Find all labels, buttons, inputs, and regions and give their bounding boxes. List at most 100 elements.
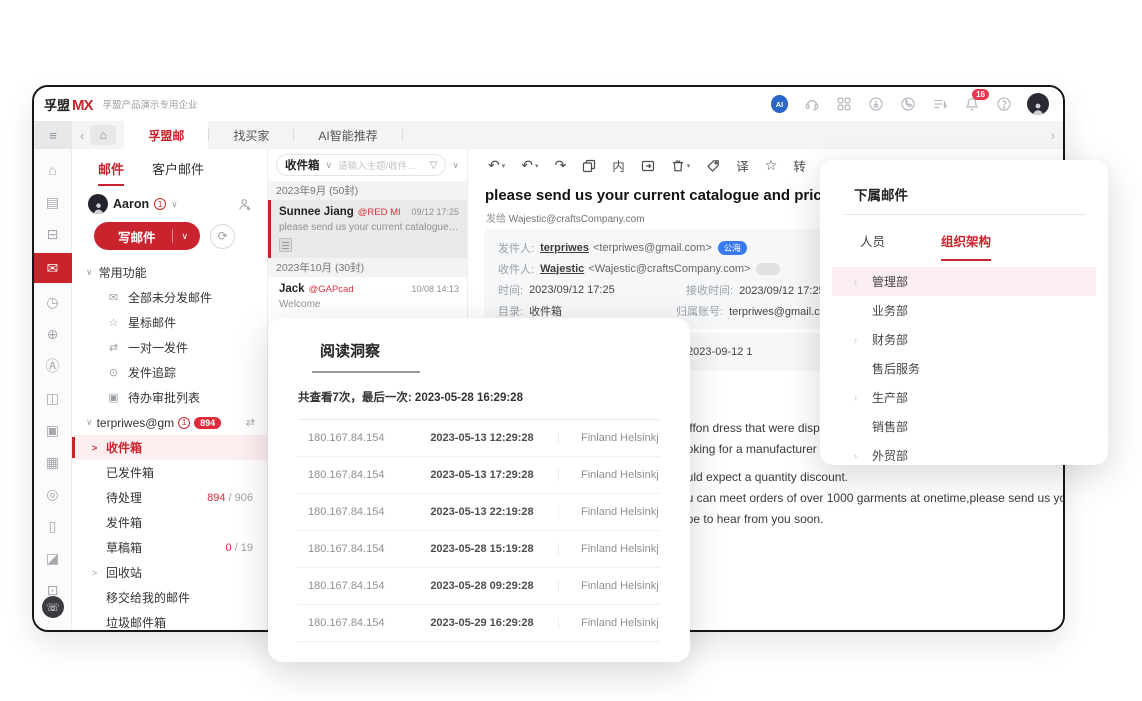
user-avatar[interactable] — [1027, 93, 1049, 115]
public-pool-badge: 公海 — [718, 241, 747, 255]
folder-transferred[interactable]: 移交给我的邮件 — [72, 585, 267, 610]
org-item-management[interactable]: › 管理部 — [832, 267, 1096, 296]
reply-all-button[interactable]: ↶▾ — [521, 157, 538, 174]
one-to-one-icon: ⇄ — [106, 341, 121, 354]
org-item-foreign-trade[interactable]: › 外贸部 — [832, 441, 1096, 470]
recipient-name-link[interactable]: Wajestic — [540, 263, 584, 275]
delete-button[interactable]: ▾ — [671, 159, 691, 173]
list-item-selected[interactable]: Sunnee Jiang @RED MI 09/12 17:25 please … — [268, 200, 467, 258]
phone-call-icon[interactable]: ☏ — [42, 596, 64, 618]
globe-icon[interactable]: ◎ — [38, 481, 68, 507]
folder-recycle[interactable]: > 回收站 — [72, 560, 267, 585]
ai-assistant-icon[interactable]: AI — [771, 95, 788, 113]
org-item-finance[interactable]: › 财务部 — [832, 325, 1096, 354]
account-badge: 1 — [178, 417, 190, 429]
user-row[interactable]: Aaron 1 ∨ — [72, 186, 267, 214]
tab-personnel[interactable]: 人员 — [860, 231, 885, 261]
list-item[interactable]: Jack @GAPcad 10/08 14:13 Welcome — [268, 277, 467, 316]
refresh-button[interactable]: ⟳ — [210, 224, 235, 249]
from-name-link[interactable]: terpriwes — [540, 242, 589, 254]
tab-ai-recommend[interactable]: AI智能推荐 — [294, 121, 401, 149]
account-count-badge: 1 — [154, 198, 166, 210]
org-item-aftersales[interactable]: 售后服务 — [832, 354, 1096, 383]
apps-grid-icon[interactable] — [835, 96, 852, 113]
person-search-icon[interactable] — [238, 197, 253, 212]
reply-button[interactable]: ↶▾ — [488, 157, 505, 174]
documents-icon[interactable]: ▣ — [38, 417, 68, 443]
org-item-production[interactable]: › 生产部 — [832, 383, 1096, 412]
group-common-functions[interactable]: ∨ 常用功能 — [72, 260, 267, 285]
tab-org-structure[interactable]: 组织架构 — [941, 231, 991, 261]
notebook-icon[interactable]: ▯ — [38, 513, 68, 539]
org-item-business[interactable]: 业务部 — [832, 296, 1096, 325]
compose-button[interactable]: 写邮件 ∨ — [94, 222, 200, 250]
org-name: 孚盟产品演示专用企业 — [103, 97, 198, 111]
expand-caret-icon[interactable]: › — [854, 451, 872, 461]
ai-assistant-rail-icon[interactable]: Ⓐ — [38, 353, 68, 379]
task-list-icon[interactable] — [931, 96, 948, 113]
folder-sent-done[interactable]: 已发件箱 — [72, 460, 267, 485]
folder-drafts[interactable]: 草稿箱 0 / 19 — [72, 535, 267, 560]
copy-button[interactable] — [582, 159, 596, 173]
phone-icon[interactable] — [899, 96, 916, 113]
home-icon[interactable]: ⌂ — [38, 157, 68, 183]
back-icon[interactable]: ‹ — [80, 128, 84, 143]
tab-fumeng-mail[interactable]: 孚盟邮 — [124, 121, 208, 149]
folder-outbox[interactable]: 发件箱 — [72, 510, 267, 535]
list-collapse-icon[interactable]: ∨ — [450, 160, 461, 171]
org-item-sales[interactable]: 销售部 — [832, 412, 1096, 441]
tab-customer-mail[interactable]: 客户邮件 — [152, 159, 204, 186]
item-one-to-one[interactable]: ⇄ 一对一发件 — [72, 335, 267, 360]
compose-dropdown-icon[interactable]: ∨ — [173, 231, 201, 242]
translate-button[interactable]: 译 — [736, 156, 749, 175]
contacts-icon[interactable]: ▤ — [38, 189, 68, 215]
expand-caret-icon[interactable]: › — [854, 277, 872, 287]
tag-button[interactable] — [706, 159, 720, 173]
item-approval-list[interactable]: ▣ 待办审批列表 — [72, 385, 267, 410]
folder-inbox[interactable]: > 收件箱 — [72, 435, 267, 460]
notifications-bell-icon[interactable]: 16 — [963, 96, 980, 113]
item-send-tracking[interactable]: ⊙ 发件追踪 — [72, 360, 267, 385]
expand-caret-icon[interactable]: › — [854, 393, 872, 403]
swap-account-icon[interactable]: ⇄ — [246, 416, 255, 429]
chart-icon[interactable]: ◪ — [38, 545, 68, 571]
search-placeholder: 请输入主题/收件人/发件人 — [338, 158, 426, 172]
search-input[interactable]: 收件箱 ∨ 请输入主题/收件人/发件人 ▽ — [276, 154, 446, 176]
library-icon[interactable]: ▦ — [38, 449, 68, 475]
mail-icon[interactable]: ✉ — [34, 253, 72, 283]
finance-icon[interactable]: ◫ — [38, 385, 68, 411]
mail-time: 09/12 17:25 — [411, 207, 459, 217]
filter-funnel-icon[interactable]: ▽ — [430, 160, 438, 171]
folder-pending[interactable]: 待处理 894 / 906 — [72, 485, 267, 510]
tab-mail[interactable]: 邮件 — [98, 159, 124, 186]
insight-title: 阅读洞察 — [298, 340, 386, 371]
expand-caret-icon[interactable]: › — [854, 335, 872, 345]
topbar-icons: AI 16 — [771, 93, 1049, 115]
transfer-button[interactable]: 转 — [793, 156, 806, 175]
home-tab-icon[interactable]: ⌂ — [90, 125, 116, 145]
compass-icon[interactable]: ⊕ — [38, 321, 68, 347]
topbar: 孚盟 MX 孚盟产品演示专用企业 AI — [34, 87, 1063, 121]
move-to-folder-button[interactable] — [641, 159, 655, 173]
headset-icon[interactable] — [803, 96, 820, 113]
star-button[interactable]: ☆ — [765, 157, 778, 174]
forward-button[interactable]: ↷ — [555, 157, 567, 174]
list-folder-label[interactable]: 收件箱 — [285, 157, 320, 173]
item-starred-mail[interactable]: ☆ 星标邮件 — [72, 310, 267, 335]
org-chart-icon[interactable]: ⊟ — [38, 221, 68, 247]
schedule-icon[interactable]: ◷ — [38, 289, 68, 315]
table-row: 180.167.84.154 2023-05-29 16:29:28 Finla… — [298, 605, 660, 642]
folder-dropdown-icon[interactable]: ∨ — [324, 160, 335, 171]
left-rail: ⌂ ▤ ⊟ ✉ ◷ ⊕ Ⓐ ◫ ▣ ▦ ◎ ▯ ◪ ⊡ ☏ — [34, 149, 72, 630]
folder-junk[interactable]: 垃圾邮件箱 — [72, 610, 267, 630]
item-unassigned-mail[interactable]: ✉ 全部未分发邮件 — [72, 285, 267, 310]
tab-find-buyers[interactable]: 找买家 — [209, 121, 293, 149]
collapse-menu-icon[interactable]: ≡ — [34, 121, 72, 149]
download-center-icon[interactable] — [867, 96, 884, 113]
page: 孚盟 MX 孚盟产品演示专用企业 AI — [0, 0, 1142, 701]
help-icon[interactable] — [995, 96, 1012, 113]
account-row[interactable]: ∨ terpriwes@gm 1 894 ⇄ — [72, 410, 267, 435]
chevron-down-icon[interactable]: ∨ — [171, 199, 178, 210]
internal-forward-button[interactable]: 内 — [612, 156, 625, 175]
nav-forward-icon[interactable]: › — [1051, 128, 1055, 143]
